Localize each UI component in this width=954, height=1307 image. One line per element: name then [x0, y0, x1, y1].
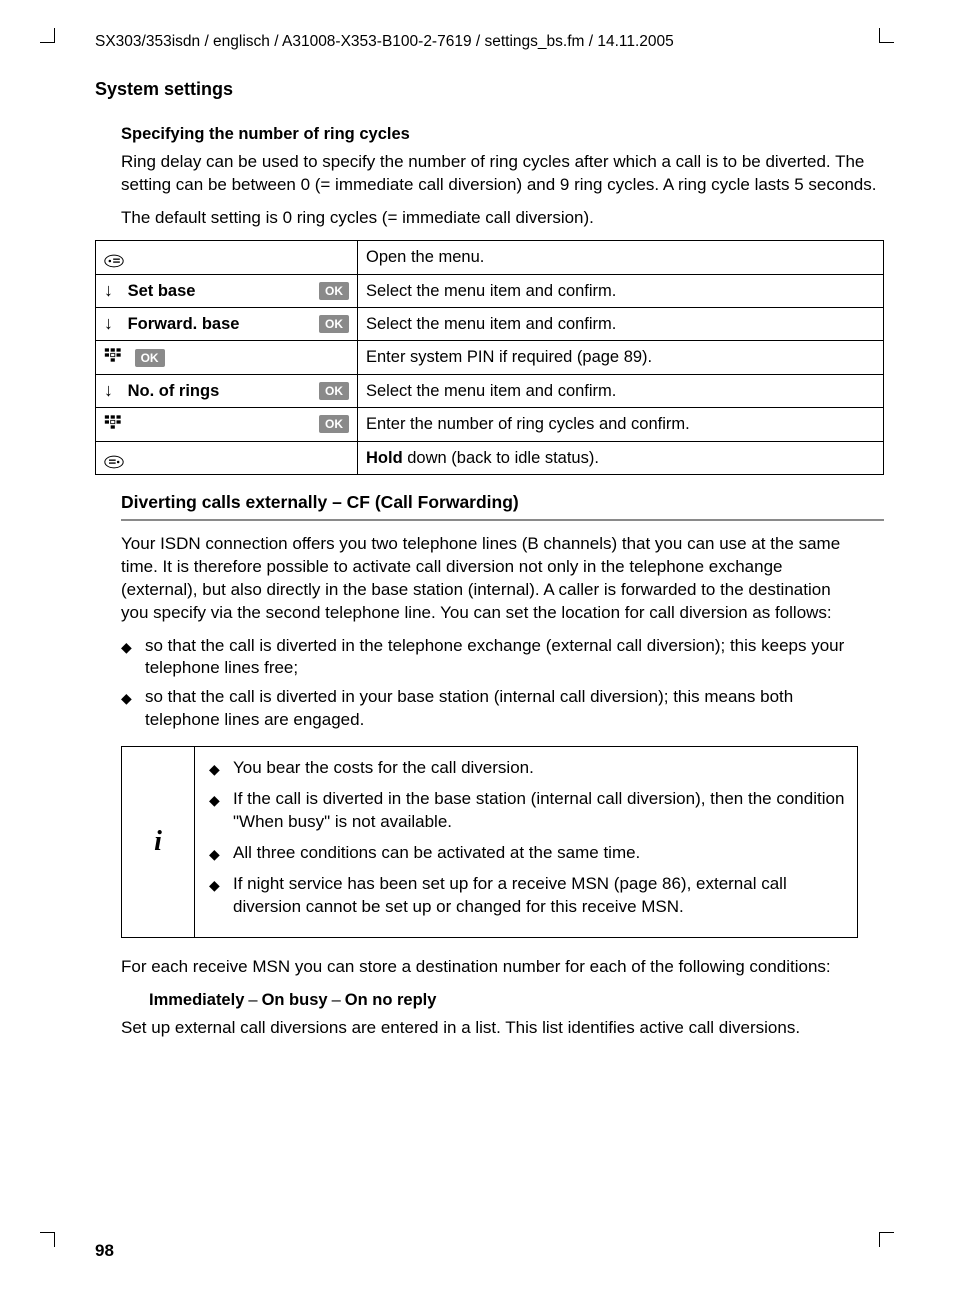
table-row: OK Enter the number of ring cycles and c… [96, 408, 884, 442]
list-item-text: so that the call is diverted in the tele… [145, 635, 858, 681]
ok-badge: OK [135, 349, 165, 367]
list-item: ◆If the call is diverted in the base sta… [209, 788, 845, 834]
diamond-bullet-icon: ◆ [121, 635, 145, 681]
body-text: For each receive MSN you can store a des… [121, 956, 858, 979]
bullet-list: ◆so that the call is diverted in the tel… [121, 635, 858, 733]
step-description: Hold down (back to idle status). [358, 441, 884, 474]
ok-badge: OK [319, 282, 349, 300]
crop-mark-icon [40, 1232, 55, 1247]
condition-label: On busy [262, 991, 328, 1009]
list-item: ◆All three conditions can be activated a… [209, 842, 845, 865]
table-row: ↓ Forward. base OK Select the menu item … [96, 307, 884, 340]
step-description: Select the menu item and confirm. [358, 374, 884, 407]
step-description: Open the menu. [358, 241, 884, 274]
table-row: Open the menu. [96, 241, 884, 274]
section-heading: System settings [95, 77, 884, 101]
list-item-text: so that the call is diverted in your bas… [145, 686, 858, 732]
ok-badge: OK [319, 315, 349, 333]
page-number: 98 [95, 1240, 114, 1263]
crop-mark-icon [879, 28, 894, 43]
menu-item-label: Set base [128, 282, 196, 300]
info-note: i ◆You bear the costs for the call diver… [121, 746, 858, 938]
crop-mark-icon [40, 28, 55, 43]
step-description: Enter the number of ring cycles and conf… [358, 408, 884, 442]
header-path: SX303/353isdn / englisch / A31008-X353-B… [95, 32, 884, 53]
conditions-line: Immediately–On busy–On no reply [149, 989, 884, 1011]
body-text: Ring delay can be used to specify the nu… [121, 151, 884, 197]
diamond-bullet-icon: ◆ [209, 842, 233, 865]
menu-item-label: No. of rings [128, 382, 220, 400]
condition-label: Immediately [149, 991, 244, 1009]
table-row: ↓ No. of rings OK Select the menu item a… [96, 374, 884, 407]
list-item: ◆so that the call is diverted in the tel… [121, 635, 858, 681]
step-description: Select the menu item and confirm. [358, 307, 884, 340]
keypad-icon [104, 347, 124, 369]
crop-mark-icon [879, 1232, 894, 1247]
diamond-bullet-icon: ◆ [121, 686, 145, 732]
divider [121, 519, 884, 521]
menu-key-icon [104, 453, 120, 465]
table-row: Hold down (back to idle status). [96, 441, 884, 474]
menu-item-label: Forward. base [128, 315, 240, 333]
step-description: Select the menu item and confirm. [358, 274, 884, 307]
table-row: OK Enter system PIN if required (page 89… [96, 341, 884, 375]
table-row: ↓ Set base OK Select the menu item and c… [96, 274, 884, 307]
arrow-down-icon: ↓ [104, 314, 113, 332]
keypad-icon [104, 414, 124, 436]
body-text: The default setting is 0 ring cycles (= … [121, 207, 884, 230]
diamond-bullet-icon: ◆ [209, 757, 233, 780]
diamond-bullet-icon: ◆ [209, 873, 233, 919]
step-description-rest: down (back to idle status). [403, 449, 599, 467]
ok-badge: OK [319, 415, 349, 433]
menu-key-icon [104, 252, 120, 264]
list-item: ◆If night service has been set up for a … [209, 873, 845, 919]
procedure-table: Open the menu. ↓ Set base OK Select the … [95, 240, 884, 475]
ok-badge: OK [319, 382, 349, 400]
list-item: ◆You bear the costs for the call diversi… [209, 757, 845, 780]
info-icon: i [122, 747, 195, 937]
list-item-text: If night service has been set up for a r… [233, 873, 845, 919]
step-description: Enter system PIN if required (page 89). [358, 341, 884, 375]
arrow-down-icon: ↓ [104, 381, 113, 399]
body-text: Your ISDN connection offers you two tele… [121, 533, 858, 625]
list-item-text: All three conditions can be activated at… [233, 842, 640, 865]
list-item: ◆so that the call is diverted in your ba… [121, 686, 858, 732]
subsection-heading: Specifying the number of ring cycles [121, 123, 884, 145]
step-description-bold: Hold [366, 449, 403, 467]
subsection-heading: Diverting calls externally – CF (Call Fo… [121, 491, 884, 515]
list-item-text: You bear the costs for the call diversio… [233, 757, 534, 780]
arrow-down-icon: ↓ [104, 281, 113, 299]
condition-label: On no reply [345, 991, 437, 1009]
body-text: Set up external call diversions are ente… [121, 1017, 858, 1040]
list-item-text: If the call is diverted in the base stat… [233, 788, 845, 834]
diamond-bullet-icon: ◆ [209, 788, 233, 834]
